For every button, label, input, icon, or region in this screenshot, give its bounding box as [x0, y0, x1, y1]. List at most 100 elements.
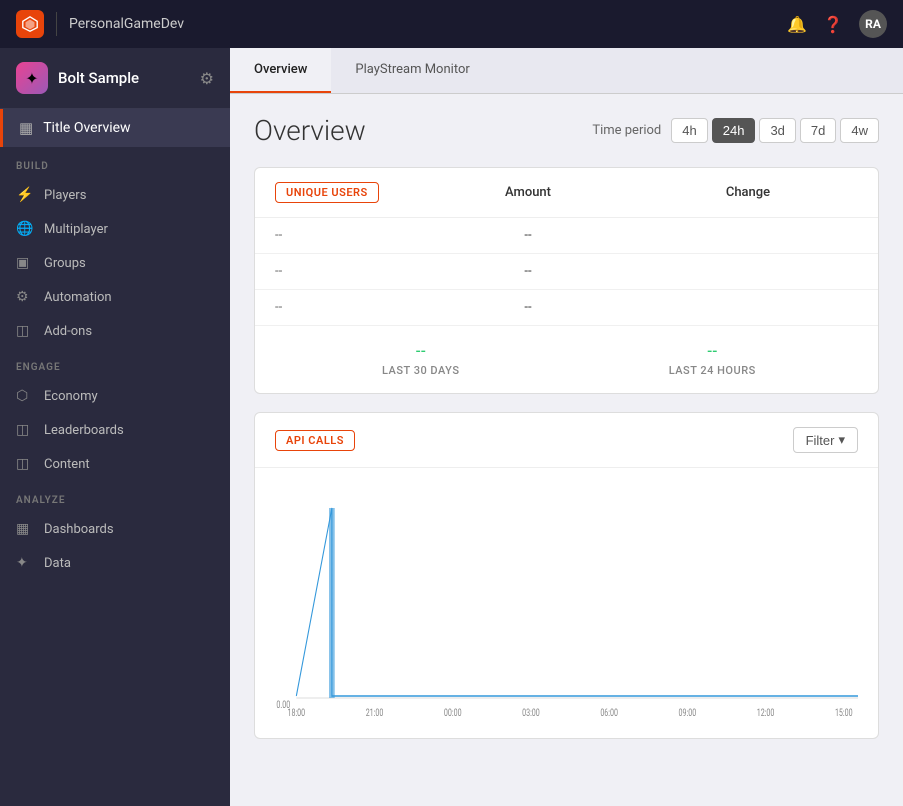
automation-label: Automation: [44, 290, 112, 305]
sidebar: ✦ Bolt Sample ⚙ ▦ Title Overview BUILD ⚡…: [0, 48, 230, 806]
amount-col-header: Amount: [418, 185, 638, 200]
content-icon: ◫: [16, 456, 34, 472]
players-icon: ⚡: [16, 187, 34, 203]
tab-playstream-monitor[interactable]: PlayStream Monitor: [331, 48, 493, 93]
groups-label: Groups: [44, 256, 86, 271]
navbar-brand: PersonalGameDev: [69, 16, 775, 32]
chart-area: 0.00 18:00 21:00 00:00 03:00: [255, 468, 878, 738]
user-avatar[interactable]: RA: [859, 10, 887, 38]
stats-bottom: -- LAST 30 DAYS -- LAST 24 HOURS: [255, 326, 878, 393]
sidebar-item-economy[interactable]: ⬡ Economy: [0, 379, 230, 413]
help-icon[interactable]: ❓: [823, 15, 843, 34]
row-label-3: --: [275, 300, 418, 315]
svg-text:15:00: 15:00: [835, 708, 853, 718]
row-change-1: [638, 228, 858, 243]
page-title: Overview: [254, 114, 366, 147]
data-label: Data: [44, 556, 71, 571]
dashboards-label: Dashboards: [44, 522, 114, 537]
build-section-label: BUILD: [0, 147, 230, 178]
table-row: -- --: [255, 218, 878, 254]
col-headers: Amount Change: [418, 185, 858, 200]
sidebar-item-leaderboards[interactable]: ◫ Leaderboards: [0, 413, 230, 447]
last24-value: --: [707, 342, 717, 360]
notification-icon[interactable]: 🔔: [787, 15, 807, 34]
api-calls-chart: 0.00 18:00 21:00 00:00 03:00: [275, 478, 858, 718]
content-label: Content: [44, 457, 90, 472]
tab-overview[interactable]: Overview: [230, 48, 331, 93]
sidebar-item-multiplayer[interactable]: 🌐 Multiplayer: [0, 212, 230, 246]
bar-chart-icon: ▦: [19, 119, 33, 137]
leaderboards-icon: ◫: [16, 422, 34, 438]
filter-button[interactable]: Filter ▾: [793, 427, 858, 453]
unique-users-card: UNIQUE USERS Amount Change -- -- --: [254, 167, 879, 394]
time-btn-3d[interactable]: 3d: [759, 118, 795, 143]
row-change-3: [638, 300, 858, 315]
title-overview-label: Title Overview: [43, 120, 130, 136]
app-name: Bolt Sample: [58, 69, 190, 87]
api-calls-card: API CALLS Filter ▾ 0.00: [254, 412, 879, 739]
time-period-label: Time period: [592, 123, 661, 138]
row-label-1: --: [275, 228, 418, 243]
time-btn-4w[interactable]: 4w: [840, 118, 879, 143]
sidebar-item-automation[interactable]: ⚙ Automation: [0, 280, 230, 314]
dashboards-icon: ▦: [16, 521, 34, 537]
table-row: -- --: [255, 254, 878, 290]
last30-label: LAST 30 DAYS: [382, 364, 459, 377]
data-icon: ✦: [16, 555, 34, 571]
svg-text:12:00: 12:00: [757, 708, 775, 718]
sidebar-item-title-overview[interactable]: ▦ Title Overview: [0, 109, 230, 147]
addons-icon: ◫: [16, 323, 34, 339]
navbar-divider: [56, 12, 57, 36]
chevron-down-icon: ▾: [838, 432, 845, 448]
row-values-3: --: [418, 300, 858, 315]
overview-header: Overview Time period 4h 24h 3d 7d 4w: [254, 114, 879, 147]
filter-label: Filter: [806, 433, 835, 448]
time-period-buttons: 4h 24h 3d 7d 4w: [671, 118, 879, 143]
row-change-2: [638, 264, 858, 279]
leaderboards-label: Leaderboards: [44, 423, 124, 438]
last24-stat: -- LAST 24 HOURS: [567, 342, 859, 377]
svg-text:18:00: 18:00: [287, 708, 305, 718]
svg-text:09:00: 09:00: [679, 708, 697, 718]
api-calls-header: API CALLS Filter ▾: [255, 413, 878, 468]
main-layout: ✦ Bolt Sample ⚙ ▦ Title Overview BUILD ⚡…: [0, 48, 903, 806]
sidebar-item-players[interactable]: ⚡ Players: [0, 178, 230, 212]
row-amount-1: --: [418, 228, 638, 243]
sidebar-item-addons[interactable]: ◫ Add-ons: [0, 314, 230, 348]
analyze-section-label: ANALYZE: [0, 481, 230, 512]
sidebar-item-dashboards[interactable]: ▦ Dashboards: [0, 512, 230, 546]
automation-icon: ⚙: [16, 289, 34, 305]
multiplayer-label: Multiplayer: [44, 222, 108, 237]
svg-text:03:00: 03:00: [522, 708, 540, 718]
app-logo: [16, 10, 44, 38]
svg-text:00:00: 00:00: [444, 708, 462, 718]
sidebar-item-groups[interactable]: ▣ Groups: [0, 246, 230, 280]
content-area: Overview PlayStream Monitor Overview Tim…: [230, 48, 903, 806]
time-btn-4h[interactable]: 4h: [671, 118, 707, 143]
tab-bar: Overview PlayStream Monitor: [230, 48, 903, 94]
content-inner: Overview Time period 4h 24h 3d 7d 4w UNI…: [230, 94, 903, 806]
sidebar-item-content[interactable]: ◫ Content: [0, 447, 230, 481]
sidebar-item-data[interactable]: ✦ Data: [0, 546, 230, 580]
last24-label: LAST 24 HOURS: [669, 364, 756, 377]
row-label-2: --: [275, 264, 418, 279]
addons-label: Add-ons: [44, 324, 92, 339]
sidebar-header: ✦ Bolt Sample ⚙: [0, 48, 230, 109]
api-calls-badge: API CALLS: [275, 430, 355, 451]
navbar: PersonalGameDev 🔔 ❓ RA: [0, 0, 903, 48]
row-values-1: --: [418, 228, 858, 243]
navbar-icons: 🔔 ❓ RA: [787, 10, 887, 38]
time-btn-24h[interactable]: 24h: [712, 118, 756, 143]
time-btn-7d[interactable]: 7d: [800, 118, 836, 143]
gear-icon[interactable]: ⚙: [200, 69, 214, 88]
svg-text:06:00: 06:00: [600, 708, 618, 718]
last30-stat: -- LAST 30 DAYS: [275, 342, 567, 377]
table-row: -- --: [255, 290, 878, 326]
svg-text:21:00: 21:00: [366, 708, 384, 718]
multiplayer-icon: 🌐: [16, 221, 34, 237]
economy-icon: ⬡: [16, 388, 34, 404]
app-icon: ✦: [16, 62, 48, 94]
groups-icon: ▣: [16, 255, 34, 271]
row-amount-3: --: [418, 300, 638, 315]
economy-label: Economy: [44, 389, 98, 404]
